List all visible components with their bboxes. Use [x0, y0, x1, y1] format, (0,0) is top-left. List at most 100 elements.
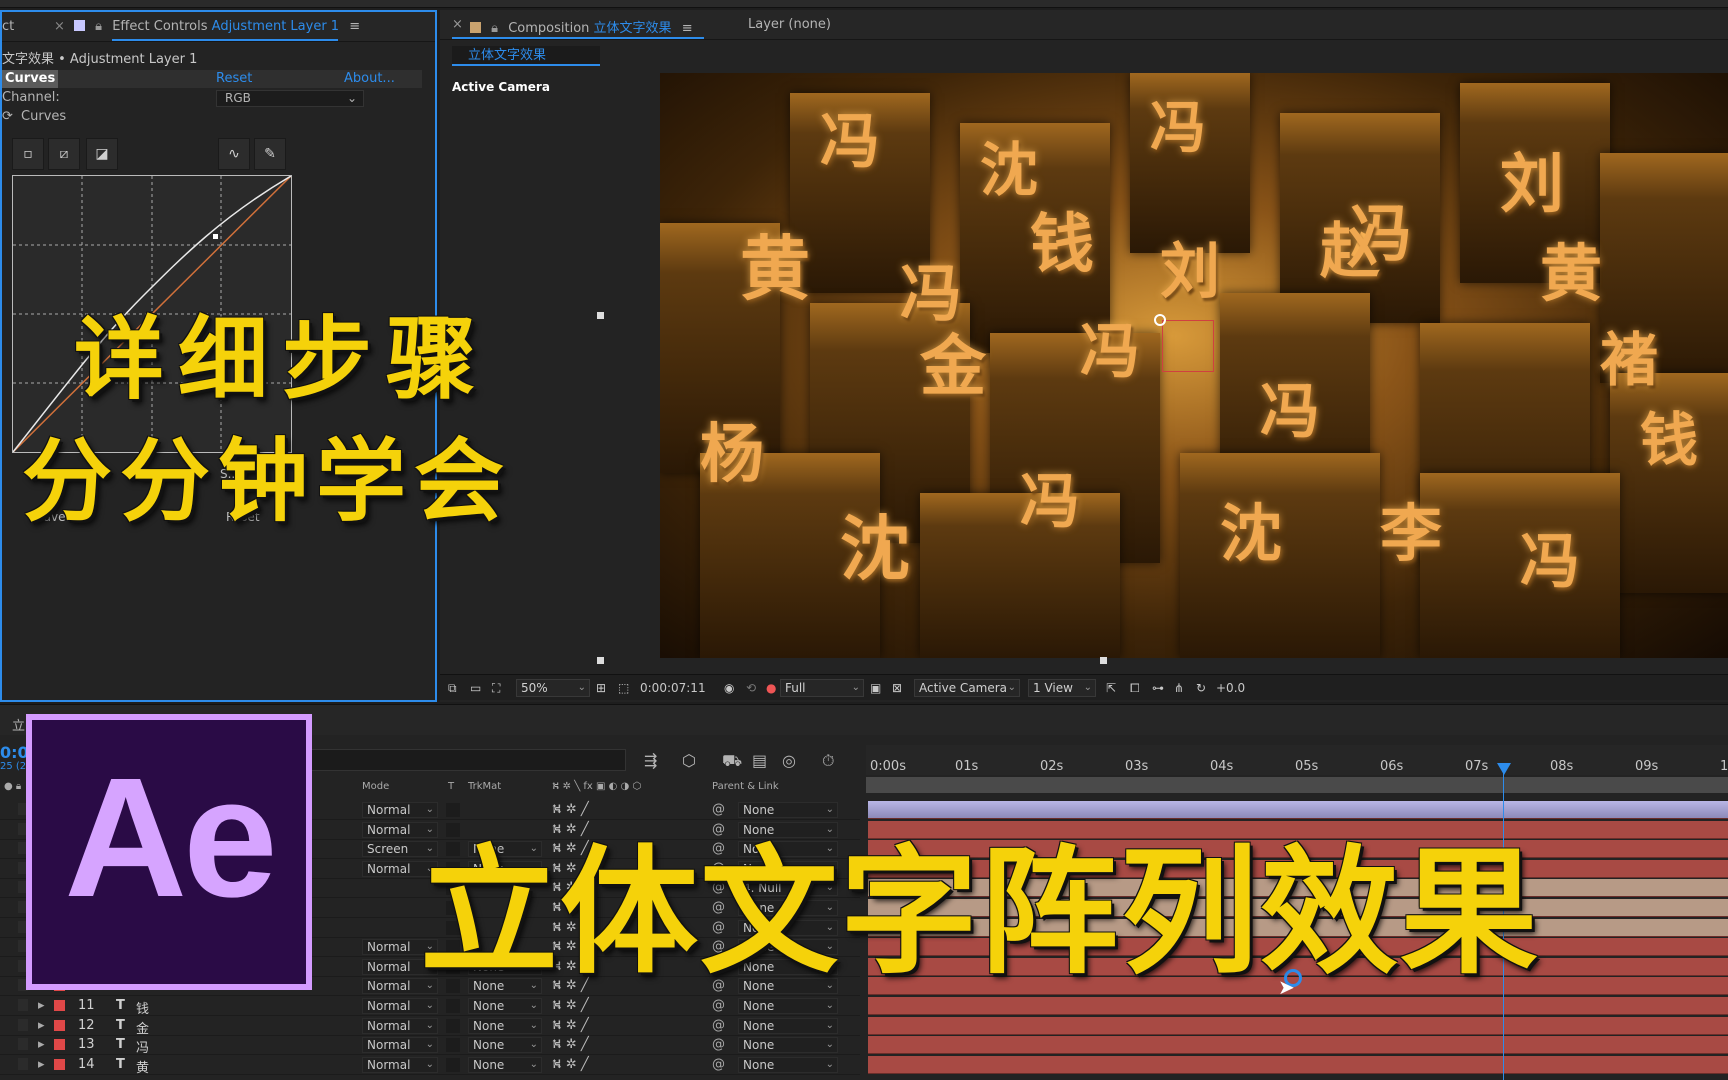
transparency-grid-icon[interactable]: ⊠: [892, 681, 902, 695]
trkmat-dropdown[interactable]: None ⌄: [468, 1056, 542, 1073]
tab-composition[interactable]: 🔒︎ Composition 立体文字效果 ≡: [470, 17, 693, 36]
color-channels-icon[interactable]: ●: [766, 681, 776, 695]
layer-bounding-box[interactable]: [1162, 320, 1214, 372]
flowchart-icon[interactable]: ⊶: [1152, 681, 1164, 695]
curve-size-medium-icon[interactable]: ⧄: [48, 138, 80, 170]
solo-toggle[interactable]: [18, 1057, 28, 1070]
always-preview-icon[interactable]: ⧉: [448, 681, 457, 696]
frame-blending-icon[interactable]: ▤: [752, 751, 767, 770]
panel-menu-icon[interactable]: ≡: [349, 19, 360, 34]
exposure-value[interactable]: +0.0: [1216, 681, 1245, 695]
anchor-point-icon[interactable]: [1154, 314, 1166, 326]
mode-dropdown[interactable]: Normal ⌄: [362, 1056, 438, 1073]
comp-breadcrumb[interactable]: 立体文字效果: [452, 46, 600, 66]
layer-track-bar[interactable]: [868, 1016, 1728, 1035]
camera-dropdown[interactable]: Active Camera ⌄: [914, 679, 1020, 697]
fast-previews-icon[interactable]: ▣: [870, 681, 881, 695]
expand-triangle-icon[interactable]: ▸: [38, 1018, 45, 1033]
show-snapshot-icon[interactable]: ⟲: [746, 681, 756, 695]
views-dropdown[interactable]: 1 View ⌄: [1028, 679, 1096, 697]
table-row[interactable]: ▸ 13 T 冯 Normal ⌄ None ⌄ ⛕ ✲ ╱ @ None ⌄: [0, 1036, 860, 1056]
graph-editor-icon[interactable]: ⏱: [822, 751, 834, 771]
curve-size-small-icon[interactable]: ▫: [12, 138, 44, 170]
tab-layer[interactable]: Layer (none): [748, 17, 831, 32]
layer-name[interactable]: 金: [136, 1018, 149, 1037]
tree-icon[interactable]: ⋔: [1174, 681, 1184, 695]
fit-icon[interactable]: ⊞: [596, 681, 606, 695]
layer-switches-icons[interactable]: ⛕ ✲ ╱: [552, 1018, 589, 1035]
tab-effect-controls[interactable]: 🔒︎ Effect Controls Adjustment Layer 1 ≡: [74, 19, 360, 34]
curve-pencil-tool-icon[interactable]: ✎: [254, 138, 286, 170]
channel-dropdown[interactable]: RGB ⌄: [216, 90, 364, 107]
layer-switches-icons[interactable]: ⛕ ✲ ╱: [552, 1037, 589, 1054]
timecode-display[interactable]: 0:00:07:11: [640, 681, 706, 695]
motion-blur-icon[interactable]: ◎: [782, 751, 796, 770]
toggle-pixel-aspect-icon[interactable]: ⇱: [1106, 681, 1116, 695]
trkmat-dropdown[interactable]: None ⌄: [468, 998, 542, 1014]
viewer-handle[interactable]: [597, 657, 604, 664]
layer-track-bar[interactable]: [868, 1036, 1728, 1055]
curve-bezier-tool-icon[interactable]: ∿: [218, 138, 250, 170]
mode-dropdown[interactable]: Normal ⌄: [362, 1017, 438, 1034]
pickwhip-icon[interactable]: @: [712, 1018, 725, 1033]
timeline-timecode[interactable]: 0:0: [0, 743, 29, 762]
close-icon[interactable]: ×: [54, 19, 65, 34]
viewer-handle[interactable]: [1100, 657, 1107, 664]
draft-3d-icon[interactable]: ⬡: [682, 751, 696, 770]
curves-effect-row[interactable]: Curves Reset About...: [2, 70, 422, 88]
parent-dropdown[interactable]: None ⌄: [738, 1017, 838, 1034]
parent-dropdown[interactable]: None ⌄: [738, 998, 838, 1014]
layer-track-bar[interactable]: [868, 1055, 1728, 1074]
time-ruler[interactable]: 0:00s 01s 02s 03s 04s 05s 06s 07s 08s 09s 10s: [866, 745, 1728, 775]
panel-menu-icon[interactable]: ≡: [682, 21, 693, 36]
zoom-dropdown[interactable]: 50% ⌄: [516, 679, 590, 697]
curve-point[interactable]: [213, 234, 218, 239]
solo-toggle[interactable]: [18, 1038, 28, 1051]
pickwhip-icon[interactable]: @: [712, 1057, 725, 1072]
pickwhip-icon[interactable]: @: [712, 1037, 725, 1052]
expand-triangle-icon[interactable]: ▸: [38, 1037, 45, 1052]
preserve-transparency-toggle[interactable]: [446, 1038, 460, 1053]
tab-project[interactable]: ct: [2, 19, 14, 34]
label-color-icon[interactable]: [54, 1039, 65, 1051]
mask-visibility-icon[interactable]: ⛶: [492, 681, 500, 696]
shy-icon[interactable]: ⛟: [722, 751, 742, 772]
reset-link[interactable]: Reset: [216, 71, 252, 86]
stopwatch-icon[interactable]: ⟳: [2, 109, 13, 124]
trkmat-dropdown[interactable]: None ⌄: [468, 1017, 542, 1034]
preserve-transparency-toggle[interactable]: [446, 1057, 460, 1072]
mode-dropdown[interactable]: Normal ⌄: [362, 998, 438, 1014]
table-row[interactable]: ▸ 14 T 黄 Normal ⌄ None ⌄ ⛕ ✲ ╱ @ None ⌄: [0, 1056, 860, 1076]
about-link[interactable]: About...: [344, 71, 395, 86]
preserve-transparency-toggle[interactable]: [446, 1018, 460, 1033]
mode-dropdown[interactable]: Normal ⌄: [362, 1037, 438, 1054]
close-icon[interactable]: ×: [452, 17, 463, 32]
timeline-search-input[interactable]: [310, 749, 626, 771]
playhead-handle[interactable]: [1497, 763, 1511, 775]
draft-3d-icon[interactable]: ⧠: [1130, 681, 1140, 696]
solo-toggle[interactable]: [18, 999, 28, 1011]
label-color-icon[interactable]: [54, 1019, 65, 1031]
layer-switches-icons[interactable]: ⛕ ✲ ╱: [552, 998, 589, 1015]
label-color-icon[interactable]: [54, 1000, 65, 1011]
curve-size-large-icon[interactable]: ◪: [86, 138, 118, 170]
pickwhip-icon[interactable]: @: [712, 998, 725, 1013]
solo-toggle[interactable]: [18, 1018, 28, 1031]
composition-mini-flowchart-icon[interactable]: ⇶: [644, 751, 657, 770]
layer-name[interactable]: 钱: [136, 998, 149, 1017]
preserve-transparency-toggle[interactable]: [446, 999, 460, 1013]
label-color-icon[interactable]: [54, 1058, 65, 1070]
region-of-interest-icon[interactable]: ⬚: [618, 681, 629, 695]
layer-name[interactable]: 黄: [136, 1057, 149, 1076]
curves-effect-name[interactable]: Curves: [2, 70, 59, 88]
work-area-bar[interactable]: [866, 777, 1728, 793]
viewer-handle[interactable]: [597, 312, 604, 319]
layer-switches-icons[interactable]: ⛕ ✲ ╱: [552, 1057, 589, 1074]
composition-viewer[interactable]: 冯沈冯钱冯黄刘冯金冯杨冯沈沈赵刘冯黄褚李冯钱: [660, 73, 1728, 658]
parent-dropdown[interactable]: None ⌄: [738, 1037, 838, 1054]
lock-icon[interactable]: 🔒︎: [491, 21, 498, 36]
layer-name[interactable]: 冯: [136, 1037, 149, 1056]
monitor-icon[interactable]: ▭: [470, 681, 481, 695]
parent-dropdown[interactable]: None ⌄: [738, 1056, 838, 1073]
reset-exposure-icon[interactable]: ↻: [1196, 681, 1206, 695]
